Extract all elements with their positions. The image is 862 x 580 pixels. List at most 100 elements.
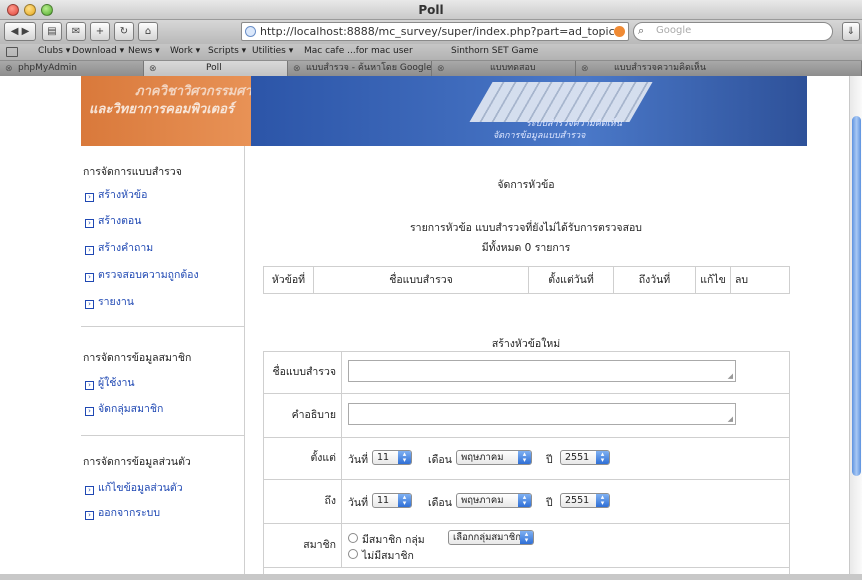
arrow-box-icon: › bbox=[85, 246, 94, 255]
select-stepper-icon: ▴ ▾ bbox=[398, 451, 411, 464]
tab-opinion-survey[interactable]: ⊗ แบบสำรวจความคิดเห็น bbox=[576, 61, 862, 76]
home-button[interactable]: ⌂ bbox=[138, 22, 158, 41]
arrow-box-icon: › bbox=[85, 300, 94, 309]
bookmark-item[interactable]: News ▾ bbox=[128, 46, 160, 56]
back-arrow-icon[interactable]: ◀ bbox=[11, 26, 19, 37]
sidebar-item-verify[interactable]: › ตรวจสอบความถูกต้อง bbox=[85, 266, 199, 283]
window-title: Poll bbox=[418, 3, 444, 17]
form-title: สร้างหัวข้อใหม่ bbox=[491, 338, 561, 350]
sidebar-item-edit-profile[interactable]: › แก้ไขข้อมูลส่วนตัว bbox=[85, 479, 183, 496]
reload-button[interactable]: ↻ bbox=[114, 22, 134, 41]
page-title: จัดการหัวข้อ bbox=[497, 179, 555, 191]
form-row-name: ชื่อแบบสำรวจ ◢ bbox=[264, 352, 789, 394]
search-field[interactable]: ⌕ Google bbox=[633, 22, 833, 41]
bookmark-item[interactable]: Mac cafe ...for mac user bbox=[304, 46, 413, 56]
bookmark-item[interactable]: Sinthorn SET Game bbox=[451, 46, 538, 56]
day-label: วันที่ bbox=[348, 454, 368, 466]
sidebar-item-users[interactable]: › ผู้ใช้งาน bbox=[85, 374, 135, 391]
browser-toolbar: ◀ ▶ ▤ ✉ + ↻ ⌂ http://localhost:8888/mc_s… bbox=[0, 20, 862, 44]
sidebar-item-report[interactable]: › รายงาน bbox=[85, 293, 134, 310]
arrow-box-icon: › bbox=[85, 486, 94, 495]
year-label: ปี bbox=[546, 497, 553, 509]
sidebar-heading-members: การจัดการข้อมูลสมาชิก bbox=[83, 352, 192, 364]
vertical-scrollbar[interactable] bbox=[849, 76, 862, 580]
add-bookmark-button[interactable]: + bbox=[90, 22, 110, 41]
downloads-button[interactable]: ⇓ bbox=[842, 22, 860, 41]
from-month-select[interactable]: พฤษภาคม ▴ ▾ bbox=[456, 450, 532, 465]
bookmark-item[interactable]: Scripts ▾ bbox=[208, 46, 246, 56]
sidebar-item-create-topic[interactable]: › สร้างหัวข้อ bbox=[85, 186, 147, 203]
has-members-radio[interactable] bbox=[348, 533, 358, 543]
form-row-members: สมาชิก มีสมาชิก กลุ่ม เลือกกลุ่มสมาชิก ▴ ▾… bbox=[264, 524, 789, 568]
bookmark-item[interactable]: Download ▾ bbox=[72, 46, 124, 56]
member-group-select[interactable]: เลือกกลุ่มสมาชิก ▴ ▾ bbox=[448, 530, 534, 545]
forward-arrow-icon[interactable]: ▶ bbox=[22, 26, 30, 37]
sidebar-divider bbox=[81, 326, 245, 327]
window-titlebar: Poll bbox=[0, 0, 862, 20]
main-content: จัดการหัวข้อ รายการหัวข้อ แบบสำรวจที่ยัง… bbox=[245, 146, 807, 580]
bookmarks-book-icon[interactable] bbox=[6, 47, 18, 57]
sidebar-item-create-question[interactable]: › สร้างคำถาม bbox=[85, 239, 153, 256]
close-tab-icon[interactable]: ⊗ bbox=[149, 62, 157, 76]
back-forward-buttons[interactable]: ◀ ▶ bbox=[4, 22, 36, 41]
sidebar-item-member-groups[interactable]: › จัดกลุ่มสมาชิก bbox=[85, 400, 163, 417]
tab-quiz[interactable]: ⊗ แบบทดสอบ bbox=[432, 61, 576, 76]
sidebar: การจัดการแบบสำรวจ › สร้างหัวข้อ › สร้างตอน… bbox=[81, 146, 245, 580]
year-label: ปี bbox=[546, 454, 553, 466]
form-row-description: คำอธิบาย ◢ bbox=[264, 394, 789, 438]
close-tab-icon[interactable]: ⊗ bbox=[437, 62, 445, 76]
arrow-box-icon: › bbox=[85, 273, 94, 282]
scrollbar-thumb[interactable] bbox=[852, 116, 861, 476]
select-stepper-icon: ▴ ▾ bbox=[596, 494, 609, 507]
sidebar-heading-profile: การจัดการข้อมูลส่วนตัว bbox=[83, 456, 191, 468]
tab-phpmyadmin[interactable]: ⊗ phpMyAdmin bbox=[0, 61, 144, 76]
description-textarea[interactable]: ◢ bbox=[348, 403, 736, 425]
tab-google-search[interactable]: ⊗ แบบสำรวจ - ค้นหาโดย Google bbox=[288, 61, 432, 76]
resize-grip-icon[interactable]: ◢ bbox=[728, 415, 733, 423]
banner-image: ระบบสำรวจความคิดเห็น จัดการข้อมูลแบบสำรว… bbox=[251, 76, 807, 146]
column-header: ชื่อแบบสำรวจ bbox=[314, 267, 529, 293]
tab-poll[interactable]: ⊗ Poll bbox=[144, 61, 288, 76]
stop-reload-icon[interactable] bbox=[614, 26, 625, 37]
column-header: ถึงวันที่ bbox=[614, 267, 696, 293]
arrow-box-icon: › bbox=[85, 511, 94, 520]
close-tab-icon[interactable]: ⊗ bbox=[5, 62, 13, 76]
from-day-select[interactable]: 11 ▴ ▾ bbox=[372, 450, 412, 465]
status-bar bbox=[0, 574, 862, 580]
arrow-box-icon: › bbox=[85, 381, 94, 390]
close-tab-icon[interactable]: ⊗ bbox=[581, 62, 589, 76]
arrow-box-icon: › bbox=[85, 407, 94, 416]
from-year-select[interactable]: 2551 ▴ ▾ bbox=[560, 450, 610, 465]
to-month-select[interactable]: พฤษภาคม ▴ ▾ bbox=[456, 493, 532, 508]
to-year-select[interactable]: 2551 ▴ ▾ bbox=[560, 493, 610, 508]
address-bar[interactable]: http://localhost:8888/mc_survey/super/in… bbox=[241, 22, 629, 41]
column-header: หัวข้อที่ bbox=[264, 267, 314, 293]
arrow-box-icon: › bbox=[85, 193, 94, 202]
mail-button[interactable]: ✉ bbox=[66, 22, 86, 41]
address-bar-url[interactable]: http://localhost:8888/mc_survey/super/in… bbox=[260, 25, 615, 38]
select-stepper-icon: ▴ ▾ bbox=[518, 451, 531, 464]
search-icon: ⌕ bbox=[638, 24, 645, 37]
reload-icon: ↻ bbox=[119, 26, 129, 37]
column-header: แก้ไข bbox=[696, 267, 731, 293]
bookmark-item[interactable]: Utilities ▾ bbox=[252, 46, 293, 56]
close-tab-icon[interactable]: ⊗ bbox=[293, 62, 301, 76]
to-day-select[interactable]: 11 ▴ ▾ bbox=[372, 493, 412, 508]
survey-name-textarea[interactable]: ◢ bbox=[348, 360, 736, 382]
new-topic-form: ชื่อแบบสำรวจ ◢ คำอธิบาย ◢ ตั้งแต่ วันที่… bbox=[263, 351, 790, 580]
month-label: เดือน bbox=[428, 497, 452, 509]
no-members-radio[interactable] bbox=[348, 549, 358, 559]
print-button[interactable]: ▤ bbox=[42, 22, 62, 41]
to-label: ถึง bbox=[264, 480, 342, 523]
bookmark-item[interactable]: Clubs ▾ bbox=[38, 46, 70, 56]
has-members-label: มีสมาชิก กลุ่ม bbox=[362, 534, 425, 546]
no-members-label: ไม่มีสมาชิก bbox=[362, 550, 414, 562]
name-label: ชื่อแบบสำรวจ bbox=[264, 352, 342, 393]
bookmarks-bar: Clubs ▾ Download ▾ News ▾ Work ▾ Scripts… bbox=[0, 44, 862, 61]
resize-grip-icon[interactable]: ◢ bbox=[728, 372, 733, 380]
sidebar-item-logout[interactable]: › ออกจากระบบ bbox=[85, 504, 160, 521]
bookmark-item[interactable]: Work ▾ bbox=[170, 46, 200, 56]
banner-subtitle-2: จัดการข้อมูลแบบสำรวจ bbox=[493, 131, 586, 141]
sidebar-item-create-section[interactable]: › สร้างตอน bbox=[85, 212, 141, 229]
select-stepper-icon: ▴ ▾ bbox=[596, 451, 609, 464]
